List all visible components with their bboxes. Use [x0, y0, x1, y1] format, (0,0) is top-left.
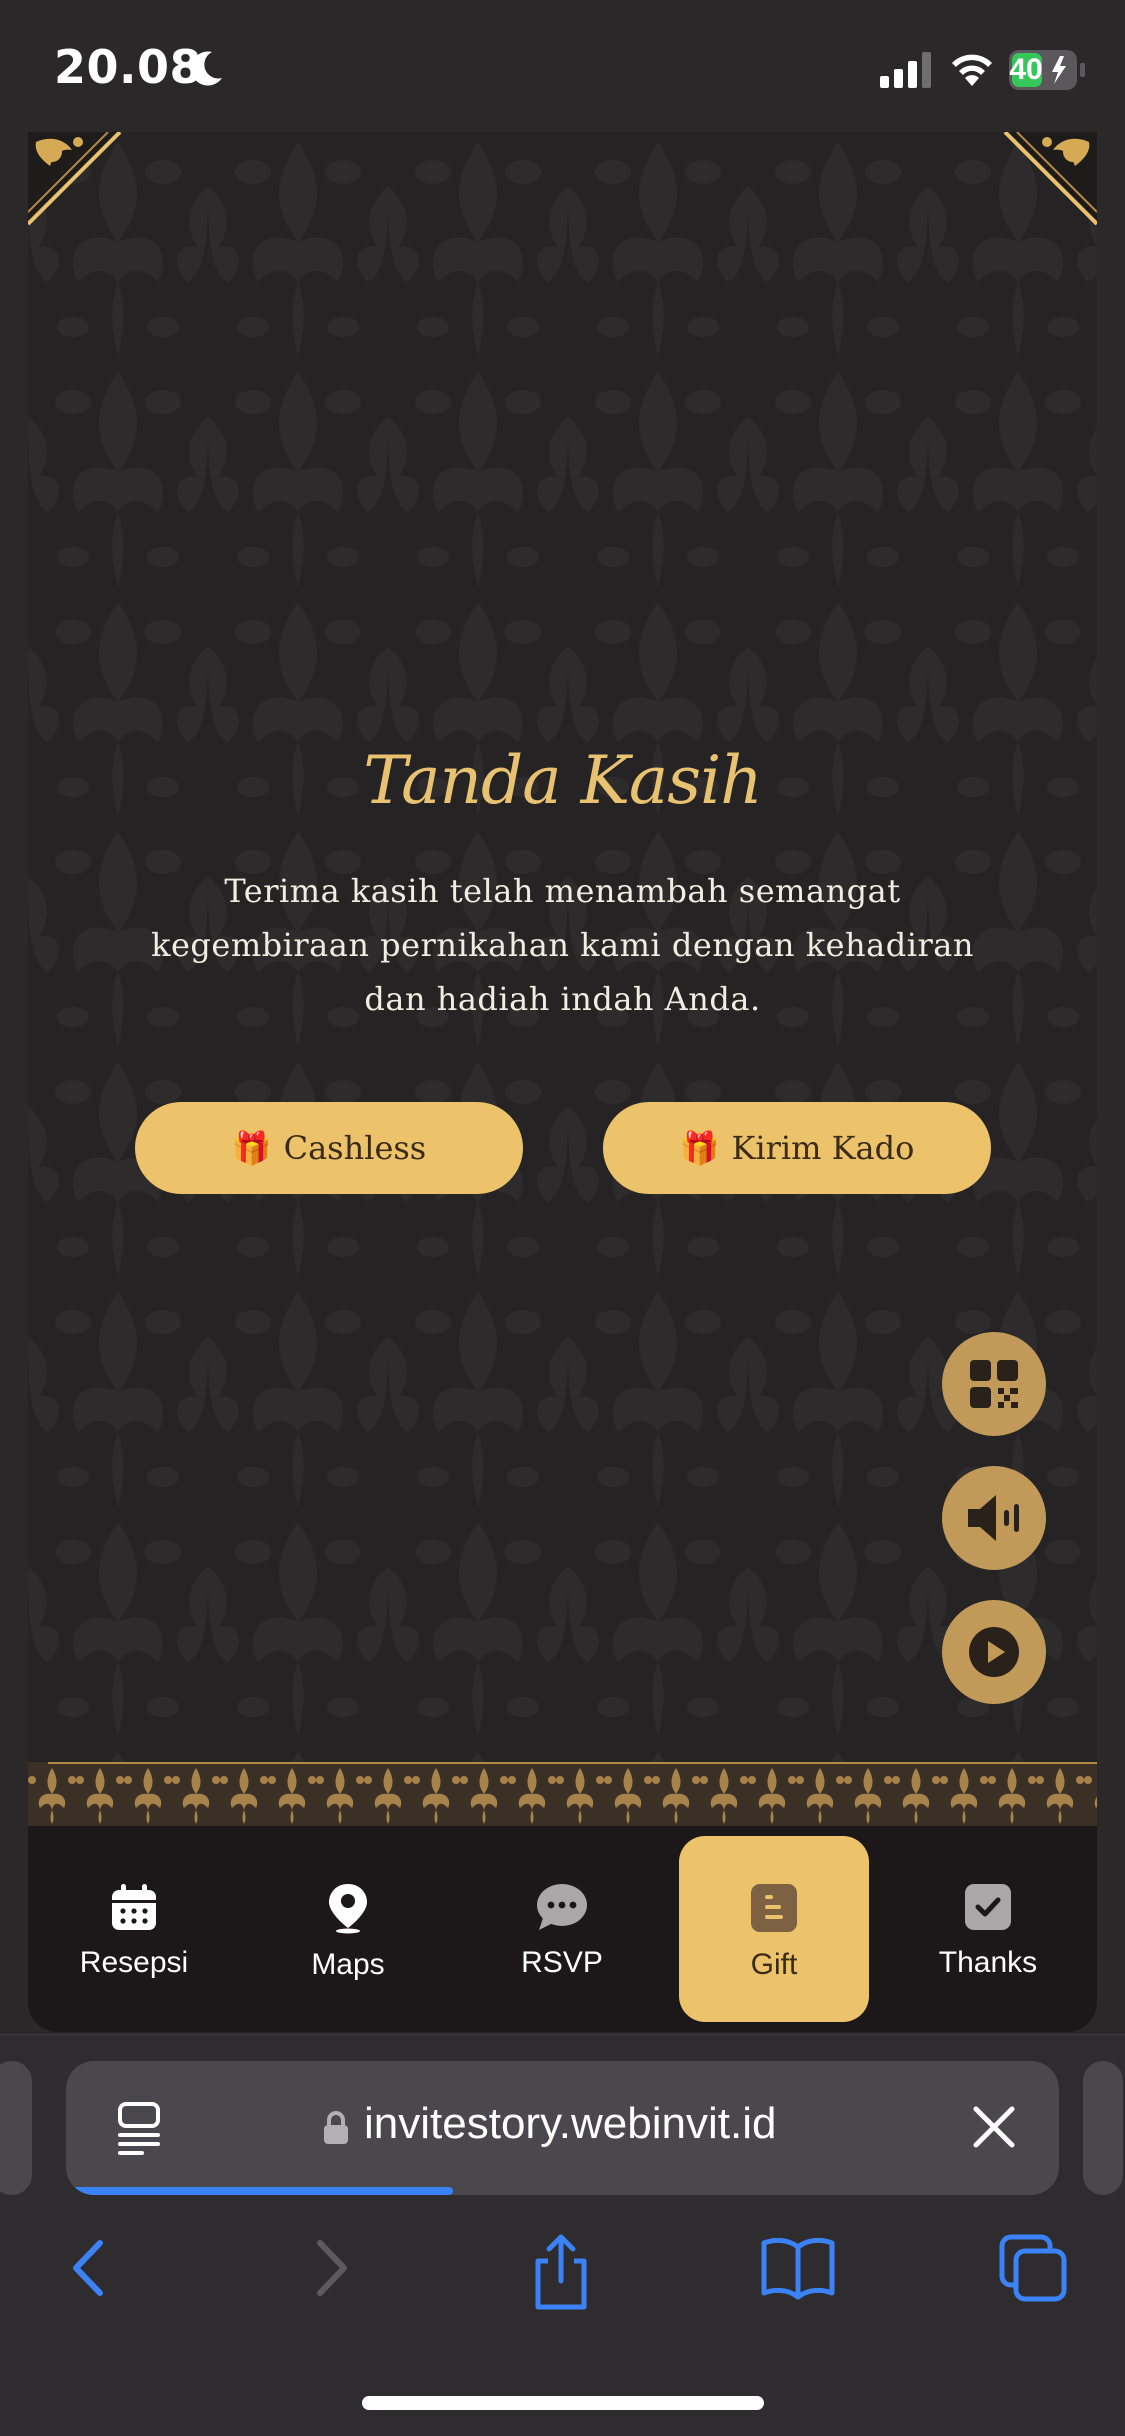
- nav-label: Maps: [311, 1948, 385, 1981]
- moon-icon: [190, 51, 222, 86]
- nav-label: Thanks: [938, 1946, 1038, 1979]
- back-icon[interactable]: [60, 2233, 120, 2303]
- qr-code-icon: [970, 1360, 1018, 1408]
- wifi-icon: [952, 54, 992, 86]
- nav-item-resepsi[interactable]: Resepsi: [39, 1826, 229, 2032]
- speaker-icon: [968, 1495, 1019, 1541]
- section-description: Terima kasih telah menambah semangat keg…: [151, 872, 974, 1018]
- sound-toggle-button[interactable]: [942, 1466, 1046, 1570]
- cashless-button[interactable]: 🎁 Cashless: [135, 1102, 523, 1194]
- invitation-page: Tanda Kasih Terima kasih telah menambah …: [28, 132, 1097, 2032]
- signal-icon: [880, 52, 931, 88]
- close-icon[interactable]: [970, 2103, 1018, 2151]
- gift-emoji-icon: 🎁: [231, 1129, 272, 1167]
- address-bar[interactable]: invitestory.webinvit.id: [66, 2061, 1059, 2195]
- send-gift-label: Kirim Kado: [731, 1129, 915, 1167]
- gift-emoji-icon: 🎁: [679, 1129, 720, 1167]
- next-tab-preview[interactable]: [1083, 2061, 1123, 2195]
- nav-item-thanks[interactable]: Thanks: [893, 1826, 1083, 2032]
- gift-document-icon: [751, 1884, 797, 1932]
- forward-icon[interactable]: [300, 2233, 360, 2303]
- send-gift-button[interactable]: 🎁 Kirim Kado: [603, 1102, 991, 1194]
- check-square-icon: [965, 1884, 1011, 1930]
- nav-item-gift[interactable]: Gift: [679, 1836, 869, 2022]
- share-icon[interactable]: [526, 2233, 596, 2313]
- play-icon: [969, 1627, 1019, 1677]
- chat-bubble-icon: [537, 1884, 587, 1930]
- ornamental-border-band: [28, 1762, 1097, 1826]
- previous-tab-preview[interactable]: [0, 2061, 32, 2195]
- status-time: 20.08: [54, 40, 203, 94]
- corner-ornament-right: [1003, 132, 1097, 226]
- browser-chrome: invitestory.webinvit.id: [0, 2034, 1125, 2436]
- tabs-icon[interactable]: [998, 2233, 1070, 2305]
- nav-label: Resepsi: [79, 1946, 189, 1979]
- section-title: Tanda Kasih: [363, 742, 762, 819]
- autoscroll-play-button[interactable]: [942, 1600, 1046, 1704]
- page-menu-icon[interactable]: [114, 2101, 164, 2155]
- qr-code-button[interactable]: [942, 1332, 1046, 1436]
- url-text: invitestory.webinvit.id: [364, 2099, 777, 2148]
- nav-item-rsvp[interactable]: RSVP: [467, 1826, 657, 2032]
- nav-item-maps[interactable]: Maps: [253, 1826, 443, 2032]
- home-indicator: [362, 2396, 764, 2410]
- lock-icon: [324, 2111, 348, 2144]
- page-load-progress: [66, 2187, 454, 2195]
- calendar-icon: [112, 1884, 156, 1930]
- battery-percent: 40: [1009, 53, 1043, 86]
- bottom-navigation: Resepsi Maps RSVP Gift Thanks: [28, 1826, 1097, 2032]
- status-bar: 20.08 40: [0, 0, 1125, 132]
- nav-label: Gift: [750, 1948, 798, 1981]
- corner-ornament-left: [28, 132, 122, 226]
- cashless-label: Cashless: [283, 1129, 427, 1167]
- map-pin-icon: [329, 1884, 367, 1934]
- bookmarks-icon[interactable]: [760, 2233, 836, 2303]
- nav-label: RSVP: [521, 1946, 603, 1979]
